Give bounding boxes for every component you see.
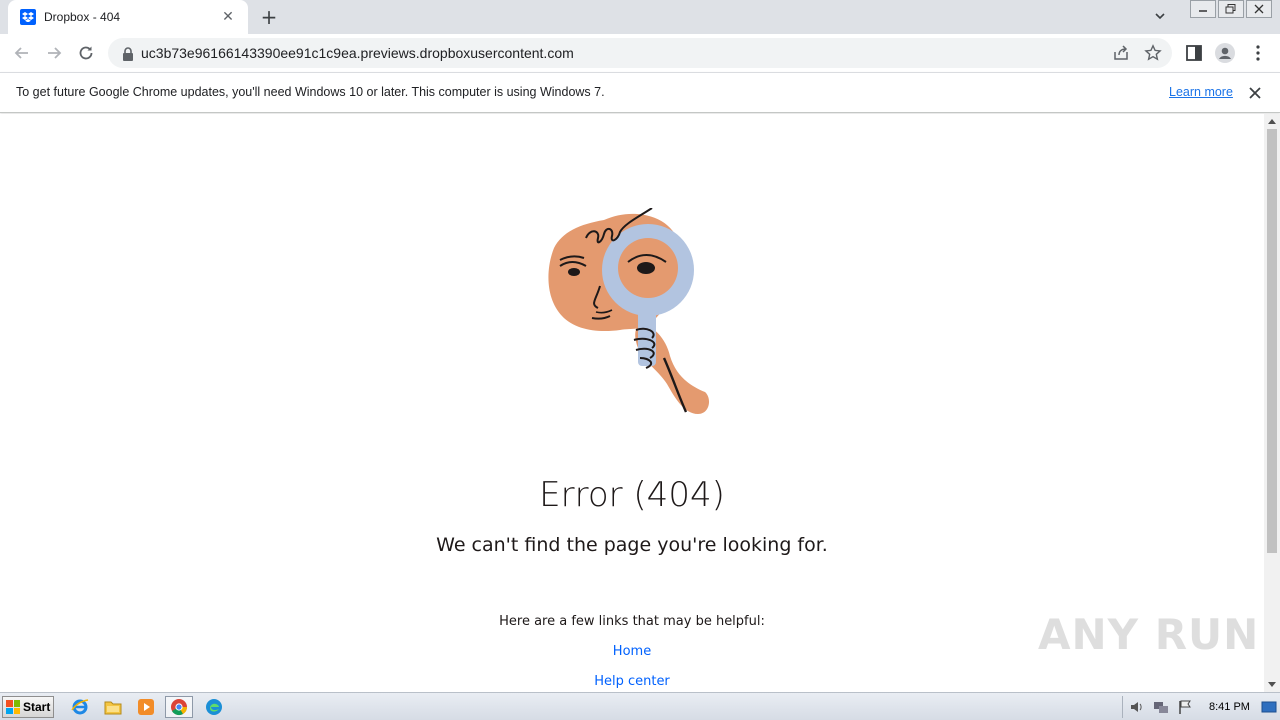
tab-close-icon[interactable]: ✕ <box>220 9 236 25</box>
windows-taskbar: Start 8:41 PM <box>0 692 1280 720</box>
taskbar-clock: 8:41 PM <box>1209 701 1250 713</box>
reload-icon[interactable] <box>76 43 96 63</box>
error-title: Error (404) <box>539 475 725 515</box>
address-bar[interactable]: uc3b73e96166143390ee91c1c9ea.previews.dr… <box>108 38 1172 68</box>
infobar-close-icon[interactable] <box>1248 85 1262 99</box>
url-text: uc3b73e96166143390ee91c1c9ea.previews.dr… <box>141 45 574 61</box>
side-panel-icon[interactable] <box>1184 43 1204 63</box>
restore-button[interactable] <box>1218 0 1244 18</box>
scroll-up-arrow-icon[interactable] <box>1264 114 1280 128</box>
windows-logo-icon <box>6 700 20 714</box>
share-icon[interactable] <box>1112 44 1130 62</box>
network-icon[interactable] <box>1153 699 1169 715</box>
help-center-link[interactable]: Help center <box>0 674 1264 689</box>
tab-dropbox-404[interactable]: Dropbox - 404 ✕ <box>8 0 248 34</box>
error-illustration <box>548 208 710 414</box>
action-center-flag-icon[interactable] <box>1177 699 1193 715</box>
dropbox-icon <box>20 9 36 25</box>
update-infobar: To get future Google Chrome updates, you… <box>0 72 1280 113</box>
kebab-menu-icon[interactable] <box>1248 43 1268 63</box>
chrome-icon[interactable] <box>165 696 193 718</box>
file-explorer-icon[interactable] <box>99 696 127 718</box>
anyrun-watermark: ANY RUN <box>1038 610 1260 659</box>
show-desktop-icon[interactable] <box>1261 699 1277 715</box>
tab-title: Dropbox - 404 <box>44 10 121 24</box>
system-tray: 8:41 PM <box>1122 696 1278 718</box>
forward-arrow-icon[interactable] <box>44 43 64 63</box>
infobar-message: To get future Google Chrome updates, you… <box>16 85 605 99</box>
internet-explorer-icon[interactable] <box>66 696 94 718</box>
learn-more-link[interactable]: Learn more <box>1169 73 1233 111</box>
scroll-down-arrow-icon[interactable] <box>1264 678 1280 692</box>
page-content: Error (404) We can't find the page you'r… <box>0 114 1264 692</box>
error-subtitle: We can't find the page you're looking fo… <box>436 534 828 556</box>
tab-strip: Dropbox - 404 ✕ + <box>0 0 1280 34</box>
minimize-button[interactable] <box>1190 0 1216 18</box>
browser-toolbar: uc3b73e96166143390ee91c1c9ea.previews.dr… <box>0 34 1280 72</box>
tab-search-chevron-icon[interactable] <box>1150 8 1170 26</box>
edge-icon[interactable] <box>200 696 228 718</box>
page-scrollbar[interactable] <box>1264 114 1280 692</box>
bookmark-star-icon[interactable] <box>1144 44 1162 62</box>
back-arrow-icon[interactable] <box>12 43 32 63</box>
window-controls <box>1188 0 1272 18</box>
profile-icon[interactable] <box>1215 43 1235 63</box>
close-window-button[interactable] <box>1246 0 1272 18</box>
lock-icon[interactable] <box>122 46 134 61</box>
start-label: Start <box>23 700 51 714</box>
volume-icon[interactable] <box>1129 699 1145 715</box>
media-player-icon[interactable] <box>132 696 160 718</box>
new-tab-button[interactable]: + <box>258 6 280 28</box>
start-button[interactable]: Start <box>2 696 54 718</box>
scrollbar-thumb[interactable] <box>1267 129 1277 553</box>
